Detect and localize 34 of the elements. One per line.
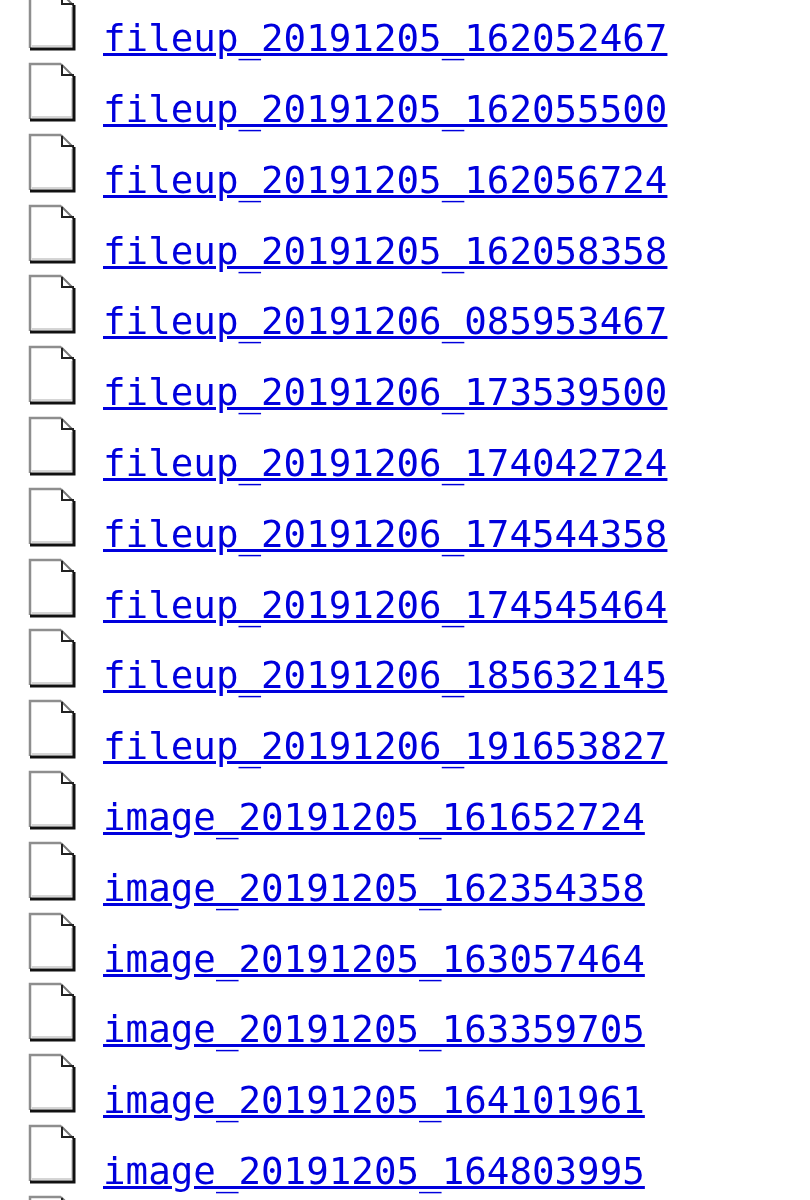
file-link[interactable]: fileup_20191206_174545464 — [103, 582, 668, 627]
file-link[interactable]: fileup_20191206_174544358 — [103, 511, 668, 556]
file-link[interactable]: image_20191205_164803995 — [103, 1148, 645, 1193]
file-link[interactable]: fileup_20191205_162055500 — [103, 87, 668, 131]
document-icon — [28, 203, 76, 264]
document-icon — [28, 557, 76, 618]
file-link[interactable]: fileup_20191206_191653827 — [103, 724, 668, 769]
file-link[interactable]: fileup_20191205_162056724 — [103, 157, 668, 202]
document-icon — [28, 486, 76, 547]
file-link[interactable]: image_20191205_161652724 — [103, 794, 645, 839]
document-icon — [28, 132, 76, 193]
document-icon — [28, 911, 76, 972]
file-link[interactable]: image_20191205_164101961 — [103, 1078, 645, 1123]
file-link[interactable]: fileup_20191205_162058358 — [103, 228, 668, 273]
document-icon — [28, 62, 76, 122]
file-link[interactable]: fileup_20191206_085953467 — [103, 299, 668, 344]
document-icon — [28, 274, 76, 335]
document-icon — [28, 1053, 76, 1114]
file-link[interactable]: fileup_20191206_173539500 — [103, 370, 668, 415]
document-icon — [28, 769, 76, 830]
file-link[interactable]: image_20191205_163359705 — [103, 1007, 645, 1052]
document-icon — [28, 840, 76, 901]
document-icon — [28, 416, 76, 476]
document-icon — [28, 628, 76, 689]
document-icon — [28, 345, 76, 406]
file-link[interactable]: fileup_20191206_174042724 — [103, 441, 668, 485]
file-link[interactable]: fileup_20191205_162052467 — [103, 16, 668, 60]
file-link[interactable]: image_20191205_163057464 — [103, 936, 645, 981]
file-link[interactable]: fileup_20191206_185632145 — [103, 653, 668, 698]
document-icon — [28, 699, 76, 760]
file-link[interactable]: image_20191205_162354358 — [103, 865, 645, 910]
document-icon — [28, 0, 76, 51]
document-icon — [28, 1123, 76, 1184]
document-icon — [28, 982, 76, 1043]
